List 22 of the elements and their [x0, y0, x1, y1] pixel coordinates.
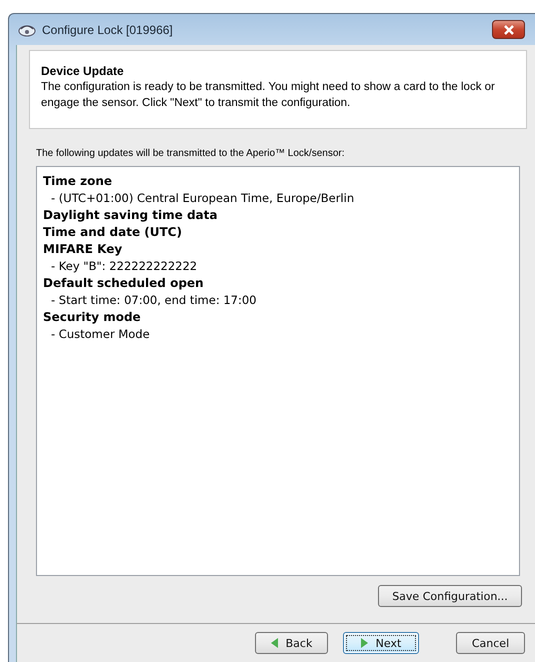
back-button[interactable]: Back	[255, 632, 328, 654]
next-button[interactable]: Next	[343, 632, 419, 654]
update-heading: Daylight saving time data	[43, 207, 218, 224]
update-heading: Security mode	[43, 309, 142, 326]
update-detail: - Start time: 07:00, end time: 17:00	[50, 292, 258, 309]
updates-label: The following updates will be transmitted to the Aperio™ Lock/sensor:	[36, 148, 346, 159]
update-detail: - (UTC+01:00) Central European Time, Europe/Berlin	[50, 190, 356, 207]
update-heading: MIFARE Key	[43, 241, 124, 258]
header-text: The configuration is ready to be transmitted. You might need to show a card to the lock or engage the sensor. Click "Next" to transmit the configuration.	[41, 80, 496, 111]
header-title: Device Update	[41, 64, 125, 78]
save-configuration-button[interactable]: Save Configuration...	[378, 585, 522, 607]
window-title: Configure Lock [019966]	[42, 22, 174, 36]
update-heading: Time and date (UTC)	[43, 224, 183, 241]
update-detail: - Key "B": 222222222222	[50, 258, 198, 275]
next-arrow-icon	[360, 638, 368, 648]
close-icon	[502, 24, 514, 34]
back-arrow-icon	[270, 638, 278, 648]
update-detail: - Customer Mode	[50, 326, 151, 343]
update-heading: Default scheduled open	[43, 275, 205, 292]
update-heading: Time zone	[43, 173, 114, 190]
cancel-button[interactable]: Cancel	[456, 632, 525, 654]
close-button[interactable]	[492, 20, 525, 39]
